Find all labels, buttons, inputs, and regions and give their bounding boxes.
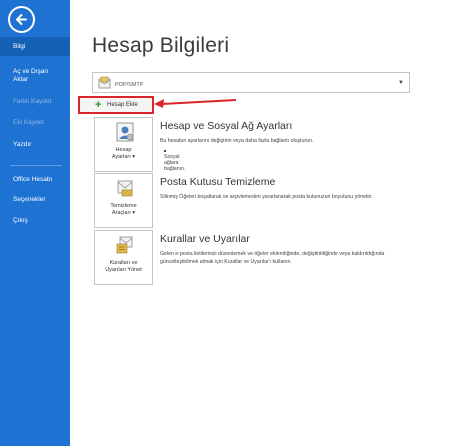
- mailbox-cleanup-title: Posta Kutusu Temizleme: [160, 176, 276, 188]
- plus-icon: +: [95, 99, 102, 111]
- rules-alerts-title: Kurallar ve Uyarılar: [160, 233, 250, 245]
- nav-separator: [10, 165, 62, 166]
- backstage-sidebar: Bilgi Aç ve Dışarı Aktar Farklı Kaydet E…: [0, 0, 70, 446]
- account-icon: [98, 76, 111, 89]
- account-settings-bullet: Sosyal ağlara bağlanın.: [164, 148, 185, 172]
- rules-alerts-desc: Gelen e-posta iletilerinizi düzenlemek v…: [160, 251, 385, 265]
- account-select-value: POP/SMTP: [115, 82, 144, 88]
- cleanup-tools-label-2-text: Araçları: [111, 210, 131, 216]
- manage-rules-label-2: Uyarıları Yönet: [105, 267, 142, 273]
- account-settings-bullet-text[interactable]: Sosyal ağlara bağlanın.: [164, 154, 185, 172]
- nav-item-print[interactable]: Yazdır: [0, 141, 70, 149]
- manage-rules-alerts-button[interactable]: Kuralları ve Uyarıları Yönet: [94, 230, 153, 285]
- account-settings-desc: Bu hesabın ayarlarını değiştirin veya da…: [160, 138, 314, 144]
- account-settings-icon: [116, 122, 134, 142]
- nav-item-open-export[interactable]: Aç ve Dışarı Aktar: [0, 68, 70, 84]
- account-settings-button[interactable]: Hesap Ayarları ▾: [94, 117, 153, 172]
- account-select[interactable]: POP/SMTP ▼: [92, 72, 410, 93]
- account-settings-label-2-text: Ayarları: [111, 154, 131, 160]
- nav-item-save-attachments: Eki Kaydet: [13, 119, 45, 126]
- nav-item-options[interactable]: Seçenekler: [0, 196, 70, 204]
- page-title: Hesap Bilgileri: [92, 34, 230, 57]
- cleanup-tools-label-2: Araçları ▾: [111, 210, 136, 216]
- back-arrow-icon: [16, 14, 27, 25]
- nav-item-open-export-label-2: Aktar: [13, 76, 29, 83]
- cleanup-tools-icon: [117, 180, 133, 197]
- annotation-arrow: [154, 99, 237, 108]
- account-settings-title: Hesap ve Sosyal Ağ Ayarları: [160, 120, 293, 132]
- nav-item-open-export-label: Aç ve Dışarı: [13, 68, 49, 75]
- back-button[interactable]: [8, 6, 35, 33]
- nav-item-save-as: Farklı Kaydet: [13, 98, 52, 105]
- add-account-button[interactable]: + Hesap Ekle: [78, 96, 154, 114]
- nav-item-exit[interactable]: Çıkış: [0, 217, 70, 225]
- chevron-down-icon: ▼: [398, 80, 404, 86]
- rules-alerts-icon: [116, 236, 133, 254]
- account-settings-label-1: Hesap: [115, 147, 132, 153]
- nav-item-office-account[interactable]: Office Hesabı: [0, 176, 70, 184]
- mailbox-cleanup-desc: Silinmiş Öğeleri boşaltarak ve arşivleme…: [160, 194, 373, 200]
- nav-item-info[interactable]: Bilgi: [0, 37, 70, 56]
- manage-rules-label-1: Kuralları ve: [109, 260, 138, 266]
- bullet-icon: [164, 149, 166, 152]
- add-account-label: Hesap Ekle: [107, 102, 138, 108]
- account-settings-label-2: Ayarları ▾: [111, 154, 136, 160]
- cleanup-tools-label-1: Temizleme: [110, 203, 137, 209]
- cleanup-tools-button[interactable]: Temizleme Araçları ▾: [94, 173, 153, 228]
